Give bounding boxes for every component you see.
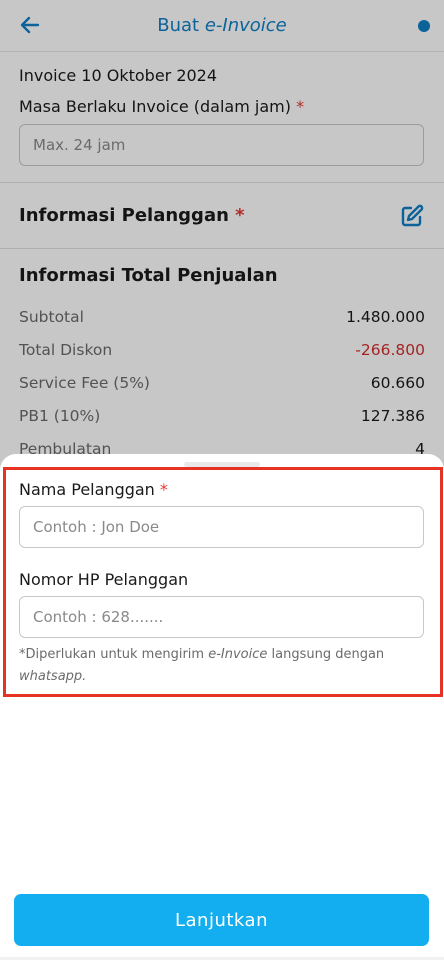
customer-phone-label: Nomor HP Pelanggan bbox=[19, 570, 189, 589]
note-whatsapp: whatsapp. bbox=[19, 669, 87, 684]
continue-button[interactable]: Lanjutkan bbox=[14, 894, 429, 946]
customer-phone-input[interactable]: Contoh : 628....... bbox=[19, 596, 424, 638]
required-mark: * bbox=[159, 480, 168, 499]
customer-phone-placeholder: Contoh : 628....... bbox=[33, 608, 164, 626]
whatsapp-note: *Diperlukan untuk mengirim e-Invoice lan… bbox=[19, 644, 427, 688]
customer-name-placeholder: Contoh : Jon Doe bbox=[33, 518, 160, 536]
note-middle: langsung dengan bbox=[267, 647, 385, 662]
customer-name-input[interactable]: Contoh : Jon Doe bbox=[19, 506, 424, 548]
note-prefix: *Diperlukan untuk mengirim bbox=[19, 647, 209, 662]
customer-name-label: Nama Pelanggan * bbox=[19, 480, 168, 499]
customer-name-label-text: Nama Pelanggan bbox=[19, 480, 160, 499]
note-einvoice: e-Invoice bbox=[208, 647, 268, 662]
continue-button-label: Lanjutkan bbox=[175, 909, 268, 931]
customer-bottom-sheet: Nama Pelanggan * Contoh : Jon Doe Nomor … bbox=[0, 454, 444, 960]
